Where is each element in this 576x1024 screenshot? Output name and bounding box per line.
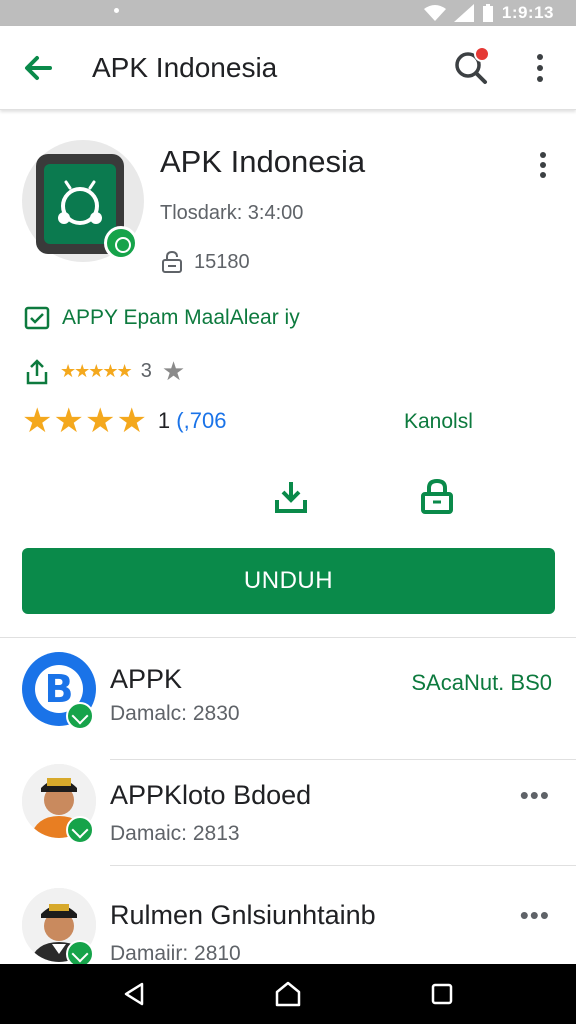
rating-right-label: Kanolsl [404, 410, 473, 433]
rating-row: ★★★★ 1 (,706 [22, 404, 226, 438]
install-button[interactable]: UNDUH [22, 548, 555, 614]
verified-row: APPY Epam MaalAlear iy [24, 306, 300, 330]
more-vert-icon [537, 54, 543, 82]
verified-label: APPY Epam MaalAlear iy [62, 306, 300, 329]
app-size: 15180 [160, 250, 250, 274]
search-badge [474, 46, 490, 62]
nav-back-icon [124, 982, 144, 1006]
list-item-title: APPKloto Bdoed [110, 780, 312, 810]
overflow-menu-button[interactable] [528, 50, 552, 86]
list-item-subtitle: Damaic: 2813 [110, 822, 240, 845]
lock-button[interactable] [418, 478, 456, 516]
app-name: APK Indonesia [160, 144, 366, 179]
share-row: ★★★★★ 3 ★ [24, 356, 185, 387]
download-button[interactable] [272, 478, 310, 516]
list-item[interactable]: APPKloto Bdoed Damaic: 2813 ••• [0, 746, 576, 866]
list-item-action[interactable]: SAcaNut. BS0 [411, 670, 552, 696]
system-nav-bar [0, 964, 576, 1024]
verified-badge-icon [66, 702, 94, 730]
more-horiz-icon[interactable]: ••• [520, 900, 550, 931]
app-detail-card: APK Indonesia Tlosdark: 3:4:00 15180 APP… [0, 116, 576, 638]
signal-icon [453, 4, 474, 22]
app-bar: APK Indonesia [0, 26, 576, 110]
notification-dot-icon [114, 8, 119, 13]
verified-badge-icon [66, 816, 94, 844]
share-rating-value: 3 [140, 360, 152, 382]
back-button[interactable] [20, 50, 60, 86]
checkbox-icon [24, 306, 50, 330]
lock-open-icon [162, 250, 182, 273]
status-bar: 1:9:13 [0, 0, 576, 26]
list-item-title: APPK [110, 664, 183, 694]
list-item-title: Rulmen Gnlsiunhtainb [110, 900, 376, 930]
page-title: APK Indonesia [92, 52, 278, 83]
nav-home-icon [275, 981, 301, 1007]
nav-recents-button[interactable] [426, 978, 458, 1010]
list-item-subtitle: Damaiir: 2810 [110, 942, 241, 965]
app-subtitle: Tlosdark: 3:4:00 [160, 202, 304, 224]
more-horiz-icon[interactable]: ••• [520, 780, 550, 811]
list-item[interactable]: B APPK Damalc: 2830 SAcaNut. BS0 [0, 640, 576, 760]
lock-icon [421, 478, 453, 514]
star-icon[interactable]: ★ [162, 356, 185, 387]
battery-icon [482, 4, 493, 22]
android-icon [58, 180, 102, 225]
wifi-icon [423, 5, 446, 21]
status-time: 1:9:13 [501, 3, 554, 22]
app-more-button[interactable] [534, 150, 552, 180]
app-size-value: 15180 [194, 250, 250, 273]
status-icons: 1:9:13 [423, 3, 554, 23]
nav-home-button[interactable] [272, 978, 304, 1010]
download-icon [275, 482, 307, 513]
verified-badge-icon [104, 226, 138, 260]
back-arrow-icon [25, 56, 52, 80]
app-icon [22, 140, 144, 262]
list-item-subtitle: Damalc: 2830 [110, 702, 240, 725]
more-vert-icon [540, 152, 546, 178]
nav-recents-icon [431, 983, 453, 1005]
rating-stars-icon: ★★★★ [22, 402, 148, 440]
nav-back-button[interactable] [118, 978, 150, 1010]
rating-count: 1 (,706 [157, 408, 227, 433]
mini-stars-icon: ★★★★★ [60, 361, 133, 381]
share-icon[interactable] [24, 358, 50, 386]
